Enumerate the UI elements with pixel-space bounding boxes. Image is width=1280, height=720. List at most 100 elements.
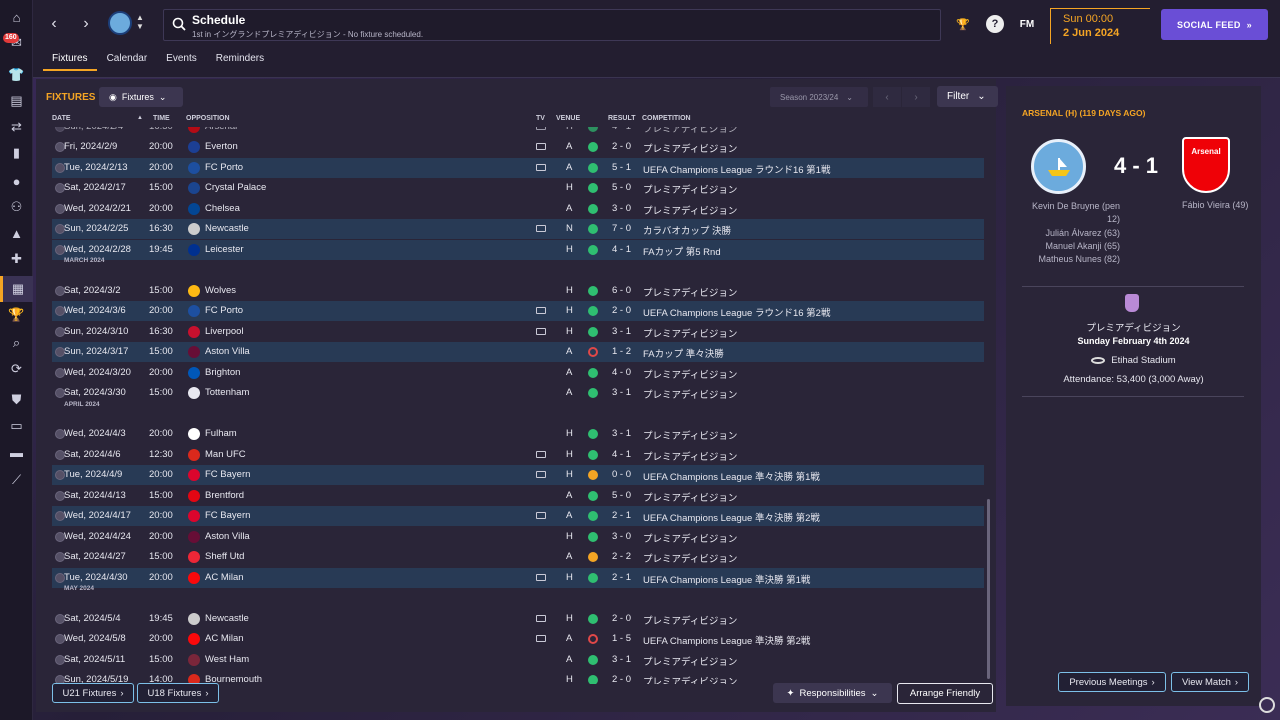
medical-icon[interactable]: ✚ (0, 246, 33, 272)
opponent-name[interactable]: FC Bayern (205, 469, 250, 480)
fixture-row[interactable]: Wed, 2024/5/8 20:00 AC Milan A 1 - 5 UEFA Cha… (52, 629, 984, 649)
table-scrollbar[interactable] (987, 499, 990, 679)
finances-icon[interactable]: ▭ (0, 413, 33, 439)
refresh-icon[interactable]: ⟳ (0, 356, 33, 382)
training-icon[interactable]: ▲ (0, 220, 33, 246)
fixture-row[interactable]: Wed, 2024/3/6 20:00 FC Porto H 2 - 0 UEFA Cha… (52, 301, 984, 321)
fixture-row[interactable]: Sat, 2024/5/11 15:00 West Ham A 3 - 1 プレミアディビ… (52, 650, 984, 670)
opponent-name[interactable]: Chelsea (205, 203, 240, 214)
tab-events[interactable]: Events (157, 52, 206, 71)
stats-icon[interactable]: ⟋ (0, 467, 33, 493)
opponent-name[interactable]: Brentford (205, 490, 244, 501)
forward-arrow-icon[interactable]: › (74, 12, 98, 36)
fixture-score[interactable]: 5 - 1 (612, 162, 631, 173)
fixture-score[interactable]: 3 - 0 (612, 531, 631, 542)
processing-icon[interactable] (1259, 697, 1275, 713)
fixtures-view-dropdown[interactable]: ◉ Fixtures ⌄ (99, 87, 183, 107)
fm-menu-icon[interactable]: FM (1016, 15, 1038, 33)
opponent-name[interactable]: Wolves (205, 285, 236, 296)
fixture-score[interactable]: 2 - 0 (612, 305, 631, 316)
col-tv[interactable]: TV (536, 115, 545, 122)
fixture-score[interactable]: 5 - 0 (612, 490, 631, 501)
opponent-name[interactable]: West Ham (205, 654, 249, 665)
fixture-score[interactable]: 6 - 0 (612, 285, 631, 296)
squad-icon[interactable]: 👕 (0, 62, 33, 88)
fixture-score[interactable]: 3 - 0 (612, 203, 631, 214)
opponent-name[interactable]: AC Milan (205, 633, 244, 644)
fixture-score[interactable]: 4 - 1 (612, 449, 631, 460)
fixture-row[interactable]: Sat, 2024/3/2 15:00 Wolves H 6 - 0 プレミアディビジョン (52, 281, 984, 301)
arrange-friendly-button[interactable]: Arrange Friendly (897, 683, 993, 704)
ticket-icon[interactable]: ▬ (0, 439, 33, 465)
opponent-name[interactable]: Arsenal (205, 127, 237, 132)
fixture-score[interactable]: 2 - 2 (612, 551, 631, 562)
fixture-row[interactable]: Wed, 2024/4/3 20:00 Fulham H 3 - 1 プレミアディビジョン (52, 424, 984, 444)
schedule-icon[interactable]: ▦ (0, 276, 33, 302)
previous-meetings-button[interactable]: Previous Meetings › (1058, 672, 1166, 692)
tab-reminders[interactable]: Reminders (207, 52, 273, 71)
u18-fixtures-button[interactable]: U18 Fixtures › (137, 683, 219, 703)
fixture-score[interactable]: 1 - 2 (612, 346, 631, 357)
col-result[interactable]: RESULT (608, 115, 635, 122)
opponent-name[interactable]: FC Porto (205, 305, 243, 316)
col-date[interactable]: DATE (52, 115, 71, 122)
season-selector[interactable]: Season 2023/24 ⌄ (770, 87, 868, 107)
col-opposition[interactable]: OPPOSITION (186, 115, 230, 122)
scouting-icon[interactable]: ⌕ (0, 330, 33, 356)
game-date[interactable]: Sun 00:00 2 Jun 2024 (1050, 8, 1150, 44)
fixture-score[interactable]: 5 - 0 (612, 182, 631, 193)
fixture-row[interactable]: Sun, 2024/3/17 15:00 Aston Villa A 1 - 2 FAカッ… (52, 342, 984, 362)
staff-icon[interactable]: ▮ (0, 140, 33, 166)
help-icon[interactable]: ? (986, 15, 1004, 33)
fixture-score[interactable]: 4 - 0 (612, 367, 631, 378)
fixture-row[interactable]: Sat, 2024/5/4 19:45 Newcastle H 2 - 0 プレミアディビ… (52, 609, 984, 629)
opponent-name[interactable]: Fulham (205, 428, 237, 439)
dynamics-icon[interactable]: ● (0, 168, 33, 194)
fixture-score[interactable]: 3 - 1 (612, 654, 631, 665)
tab-fixtures[interactable]: Fixtures (43, 52, 97, 71)
opponent-name[interactable]: Newcastle (205, 613, 249, 624)
opponent-name[interactable]: Crystal Palace (205, 182, 266, 193)
fixture-score[interactable]: 3 - 1 (612, 428, 631, 439)
opponent-name[interactable]: FC Bayern (205, 510, 250, 521)
fixture-row[interactable]: Sat, 2024/4/13 15:00 Brentford A 5 - 0 プレミアディ… (52, 486, 984, 506)
tab-calendar[interactable]: Calendar (98, 52, 157, 71)
fixture-row[interactable]: Tue, 2024/4/9 20:00 FC Bayern H 0 - 0 UEFA Ch… (52, 465, 984, 485)
home-icon[interactable]: ⌂ (0, 4, 33, 30)
fixture-row[interactable]: Sat, 2024/4/27 15:00 Sheff Utd A 2 - 2 プレミアディ… (52, 547, 984, 567)
fixture-row[interactable]: Fri, 2024/2/9 20:00 Everton A 2 - 0 プレミアディビジョ… (52, 137, 984, 157)
back-arrow-icon[interactable]: ‹ (42, 12, 66, 36)
opponent-name[interactable]: Brighton (205, 367, 240, 378)
col-competition[interactable]: COMPETITION (642, 115, 691, 122)
club-vision-icon[interactable]: ⛊ (0, 387, 33, 413)
view-match-button[interactable]: View Match › (1171, 672, 1249, 692)
fixture-row[interactable]: Sat, 2024/4/6 12:30 Man UFC H 4 - 1 プレミアディビジョ… (52, 445, 984, 465)
fixture-row[interactable]: Sun, 2024/2/25 16:30 Newcastle N 7 - 0 カラバオカッ… (52, 219, 984, 239)
fixture-score[interactable]: 2 - 0 (612, 613, 631, 624)
fixture-score[interactable]: 4 - 1 (612, 127, 631, 132)
opponent-name[interactable]: Newcastle (205, 223, 249, 234)
trophy-cabinet-icon[interactable]: 🏆 (954, 15, 972, 33)
fixture-score[interactable]: 2 - 1 (612, 510, 631, 521)
prev-season-button[interactable]: ‹ (873, 87, 901, 107)
responsibilities-button[interactable]: ✦ Responsibilities ⌄ (773, 683, 892, 703)
fixture-row[interactable]: Sun, 2024/5/19 14:00 Bournemouth H 2 - 0 プレミア… (52, 670, 984, 684)
tactics-icon[interactable]: ▤ (0, 88, 33, 114)
next-season-button[interactable]: › (902, 87, 930, 107)
search-bar[interactable]: Schedule 1st in イングランドプレミアディビジョン - No fi… (163, 9, 941, 41)
fixture-score[interactable]: 2 - 0 (612, 674, 631, 684)
people-icon[interactable]: ⚇ (0, 194, 33, 220)
fixture-row[interactable]: Wed, 2024/4/24 20:00 Aston Villa H 3 - 0 プレミア… (52, 527, 984, 547)
opponent-name[interactable]: Aston Villa (205, 346, 250, 357)
opponent-name[interactable]: Aston Villa (205, 531, 250, 542)
fixture-row[interactable]: Wed, 2024/2/21 20:00 Chelsea A 3 - 0 プレミアディビジ… (52, 199, 984, 219)
filter-button[interactable]: Filter ⌄ (937, 86, 998, 107)
fixture-score[interactable]: 0 - 0 (612, 469, 631, 480)
opponent-name[interactable]: Sheff Utd (205, 551, 244, 562)
fixture-row[interactable]: Sun, 2024/2/4 16:30 Arsenal H 4 - 1 プレミアディビジョ… (52, 127, 984, 137)
fixture-score[interactable]: 7 - 0 (612, 223, 631, 234)
col-time[interactable]: TIME (153, 115, 170, 122)
social-feed-button[interactable]: SOCIAL FEED » (1161, 9, 1268, 40)
u21-fixtures-button[interactable]: U21 Fixtures › (52, 683, 134, 703)
fixture-score[interactable]: 2 - 0 (612, 141, 631, 152)
